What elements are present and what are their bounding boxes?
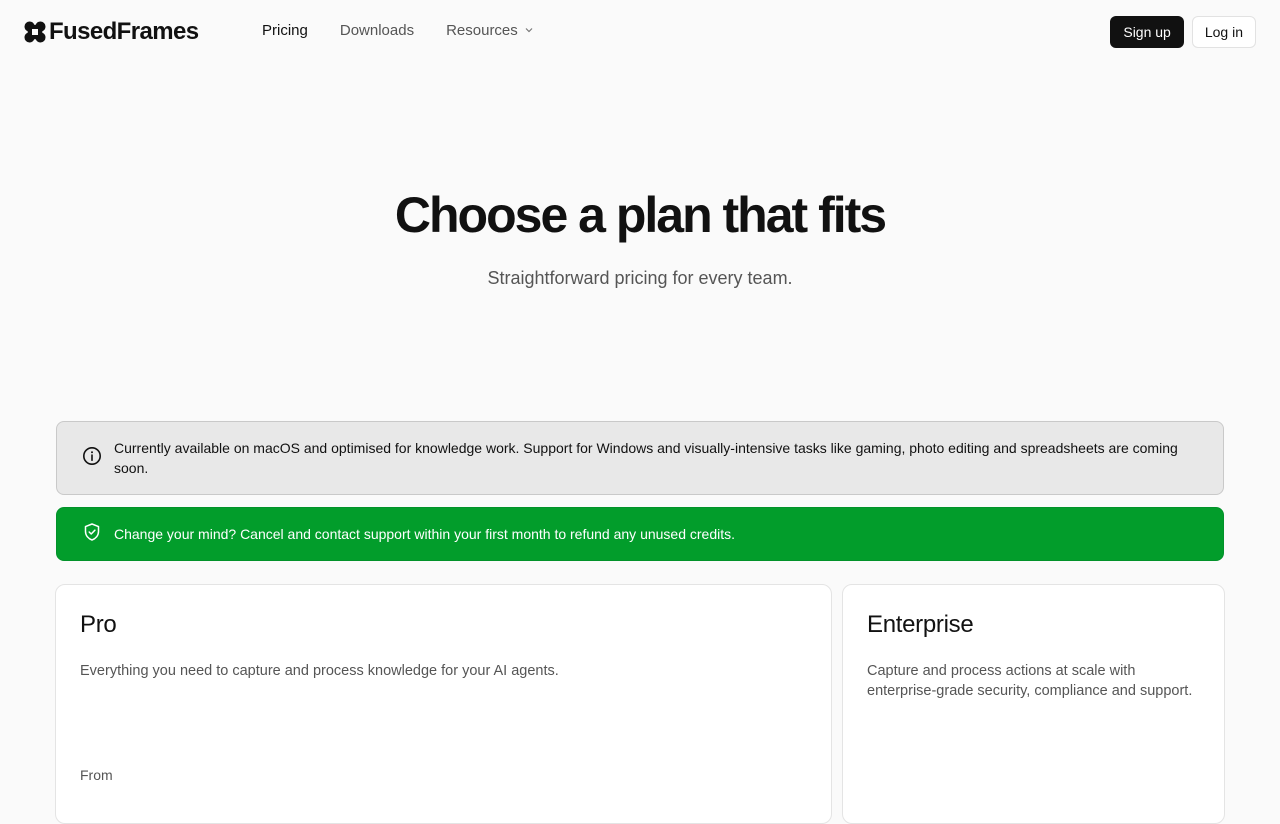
brand-logo[interactable]: FusedFrames [24, 18, 199, 46]
refund-notice-text: Change your mind? Cancel and contact sup… [114, 526, 736, 542]
nav-item-downloads[interactable]: Downloads [340, 22, 414, 39]
auth-buttons: Sign up Log in [1110, 16, 1256, 48]
nav-item-resources-label: Resources [446, 22, 518, 39]
top-navigation-bar: FusedFrames Pricing Downloads Resources … [0, 0, 1280, 64]
plan-name: Pro [80, 611, 117, 638]
platform-info-notice: Currently available on macOS and optimis… [56, 421, 1224, 495]
main-nav: Pricing Downloads Resources [262, 22, 534, 39]
price-prefix: From [80, 767, 113, 783]
sign-up-button[interactable]: Sign up [1110, 16, 1184, 48]
page-subtitle: Straightforward pricing for every team. [487, 268, 793, 288]
shield-check-icon [82, 522, 114, 547]
chevron-down-icon [524, 22, 534, 39]
info-circle-icon [82, 446, 114, 471]
plan-description: Everything you need to capture and proce… [80, 663, 559, 679]
platform-info-text: Currently available on macOS and optimis… [114, 440, 1178, 476]
brand-name: FusedFrames [49, 18, 199, 45]
plan-name: Enterprise [867, 611, 974, 638]
plan-card-enterprise: Enterprise Capture and process actions a… [842, 584, 1225, 824]
nav-item-pricing[interactable]: Pricing [262, 22, 308, 39]
refund-notice: Change your mind? Cancel and contact sup… [56, 507, 1224, 561]
four-lobed-logo-icon [24, 21, 46, 43]
plan-card-pro: Pro Everything you need to capture and p… [55, 584, 832, 824]
page-title: Choose a plan that fits [394, 187, 887, 243]
plan-description: Capture and process actions at scale wit… [867, 663, 1193, 699]
nav-item-resources[interactable]: Resources [446, 22, 534, 39]
log-in-button[interactable]: Log in [1191, 16, 1256, 48]
